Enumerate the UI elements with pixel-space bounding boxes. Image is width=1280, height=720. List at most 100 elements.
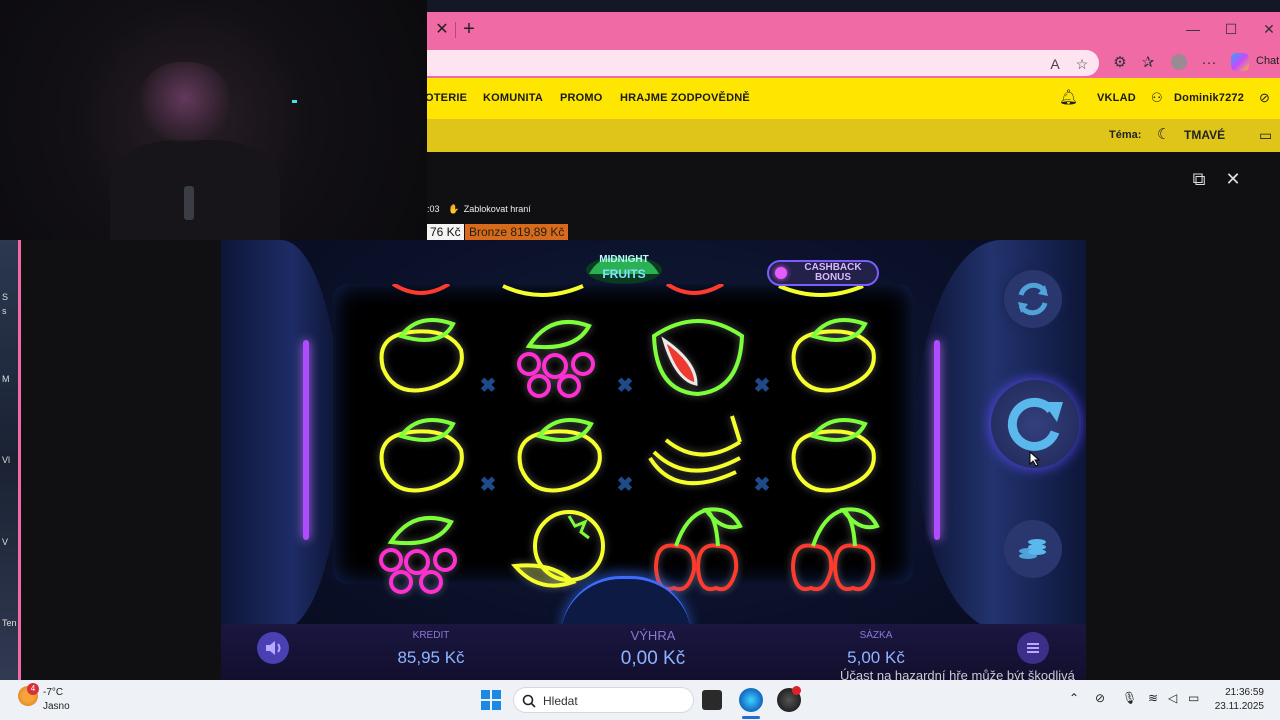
reel-divider-x-icon: ✖: [479, 474, 497, 496]
fullscreen-icon[interactable]: ⧉: [1188, 168, 1210, 190]
new-tab-button[interactable]: +: [458, 18, 480, 40]
desktop-label: Vl: [2, 455, 11, 465]
desktop-label: S: [2, 292, 9, 302]
deposit-link[interactable]: VKLAD: [1097, 92, 1136, 104]
lemon-symbol-icon: [773, 406, 893, 506]
cashback-bonus-button[interactable]: CASHBACK BONUS: [767, 260, 879, 286]
address-bar-row: A ☆ ⚙ ✰ ··· Chat: [427, 48, 1280, 78]
lemon-symbol-icon: [499, 406, 619, 506]
chat-label[interactable]: Chat: [1256, 55, 1279, 67]
slot-game: ✖ ✖ ✖ ✖ ✖ ✖ MIDNIGHT FRUITS CASHBACK BON…: [221, 240, 1086, 680]
credit-value: 85,95 Kč: [397, 648, 465, 667]
search-placeholder: Hledat: [543, 694, 578, 708]
reel-divider-x-icon: ✖: [616, 474, 634, 496]
reel-divider-x-icon: ✖: [753, 375, 771, 397]
lemon-symbol-icon: [361, 306, 481, 406]
taskbar: 4 -7°C Jasno Hledat ⌃ ⊘ 🎙︎ ≋ ◁ ▭ 21:36:5…: [0, 680, 1280, 720]
tab-close-icon[interactable]: ✕: [433, 21, 451, 39]
nav-item-hrajme-zodpovedne[interactable]: HRAJME ZODPOVĚDNĚ: [620, 92, 750, 104]
coins-icon: [1019, 539, 1046, 559]
bet-label: SÁZKA: [859, 630, 893, 641]
neon-pipe-right: [934, 340, 940, 540]
nav-item-komunita[interactable]: KOMUNITA: [483, 92, 543, 104]
more-menu-icon[interactable]: ···: [1198, 52, 1220, 74]
logo-line2: FRUITS: [602, 267, 645, 281]
sound-button[interactable]: [257, 632, 289, 664]
read-aloud-icon[interactable]: A: [1045, 54, 1065, 74]
weather-temp[interactable]: -7°C: [43, 687, 63, 698]
profile-avatar[interactable]: [1171, 54, 1187, 70]
nav-item-loterie[interactable]: OTERIE: [425, 92, 467, 104]
pink-border: [18, 240, 21, 680]
wifi-icon[interactable]: ≋: [1148, 691, 1158, 705]
stream-info: :03 ✋ Zablokovat hraní: [427, 204, 531, 220]
webcam-person-head: [140, 62, 230, 142]
search-icon: [522, 694, 536, 708]
webcam-bottle: [184, 186, 194, 220]
cashback-dot-icon: [775, 267, 787, 279]
battery-icon[interactable]: ▭: [1188, 691, 1199, 705]
close-game-icon[interactable]: ✕: [1222, 168, 1244, 190]
theme-dark-toggle[interactable]: TMAVÉ: [1184, 128, 1225, 142]
favorite-star-icon[interactable]: ☆: [1072, 54, 1092, 74]
chat-bubble-icon[interactable]: ▭: [1259, 127, 1272, 144]
maximize-button[interactable]: ☐: [1214, 18, 1248, 40]
desktop-label: Ten: [2, 618, 17, 628]
weather-condition[interactable]: Jasno: [43, 701, 70, 712]
win-label: VÝHRA: [630, 628, 676, 643]
close-window-button[interactable]: ✕: [1252, 18, 1280, 40]
weather-badge: 4: [27, 683, 39, 695]
desktop-label: V: [2, 537, 9, 547]
reel-divider-x-icon: ✖: [479, 375, 497, 397]
reel-divider-x-icon: ✖: [753, 474, 771, 496]
microphone-icon[interactable]: 🎙︎: [1122, 691, 1137, 705]
username-link[interactable]: Dominik7272: [1174, 92, 1244, 104]
credit-fragment: 76 Kč: [427, 224, 464, 241]
extensions-icon[interactable]: ⚙: [1109, 52, 1131, 74]
address-field[interactable]: A ☆: [427, 50, 1099, 76]
bet-coins-button[interactable]: [1004, 520, 1062, 578]
lemon-symbol-icon: [361, 406, 481, 506]
lemon-symbol-icon: [773, 306, 893, 406]
moon-icon: ☾: [1157, 126, 1171, 143]
cashback-line2: BONUS: [814, 272, 852, 283]
eye-hidden-icon[interactable]: ⊘: [1259, 90, 1270, 106]
bronze-balance: Bronze 819,89 Kč: [465, 224, 569, 241]
minimize-button[interactable]: —: [1176, 18, 1210, 40]
turbo-spin-button[interactable]: [1004, 270, 1062, 328]
screen: ✕ + — ☐ ✕ A ☆ ⚙ ✰ ··· Chat OTERIE KOMUNI…: [0, 0, 1280, 720]
game-menu-button[interactable]: [1017, 632, 1049, 664]
turbo-icon: [1018, 282, 1048, 316]
game-side-left: [221, 240, 341, 630]
gambling-warning: Účast na hazardní hře může být škodlivá: [840, 668, 1075, 680]
reel-divider-x-icon: ✖: [616, 375, 634, 397]
nav-item-promo[interactable]: PROMO: [560, 92, 603, 104]
grapes-symbol-icon: [361, 502, 481, 602]
favorites-icon[interactable]: ✰: [1137, 52, 1159, 74]
windows-start-icon[interactable]: [480, 689, 502, 711]
theme-bar: Téma: ☾ TMAVÉ ▭: [427, 119, 1280, 152]
speaker-icon: [266, 641, 281, 655]
block-play-link[interactable]: Zablokovat hraní: [464, 204, 531, 214]
task-view-icon[interactable]: [702, 690, 722, 710]
webcam-person-body: [110, 140, 280, 240]
copilot-icon[interactable]: [1231, 53, 1249, 71]
webcam-light: [292, 100, 297, 103]
active-app-indicator: [742, 716, 760, 719]
webcam-overlay: [0, 0, 427, 240]
volume-icon[interactable]: ◁: [1168, 691, 1177, 705]
grapes-symbol-icon: [499, 306, 619, 406]
taskbar-search[interactable]: Hledat: [513, 687, 694, 713]
bell-icon[interactable]: 🔔︎: [1059, 89, 1078, 107]
watermelon-symbol-icon: [636, 306, 756, 406]
clock-date: 23.11.2025: [1214, 701, 1264, 712]
network-off-icon[interactable]: ⊘: [1095, 691, 1105, 705]
edge-browser-icon[interactable]: [739, 688, 763, 712]
logo-line1: MIDNIGHT: [599, 254, 648, 265]
credit-label: KREDIT: [412, 630, 450, 641]
user-icon: ⚇: [1151, 90, 1163, 105]
desktop-edge: S s M Vl V Ten: [0, 240, 18, 680]
clock[interactable]: 21:36:59 23.11.2025: [1214, 686, 1264, 714]
chevron-up-icon[interactable]: ⌃: [1069, 691, 1079, 705]
hamburger-icon: [1027, 643, 1039, 653]
